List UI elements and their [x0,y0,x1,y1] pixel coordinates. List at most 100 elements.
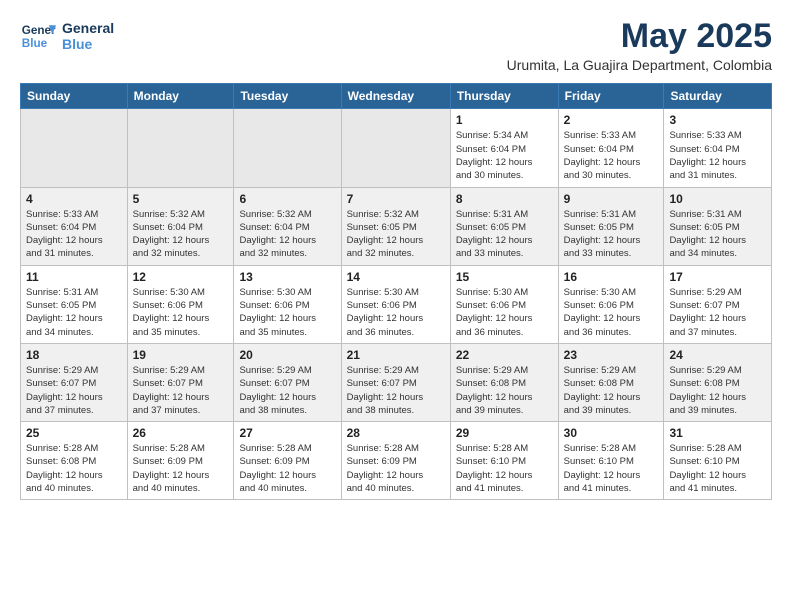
day-number: 16 [564,270,659,284]
logo-text: General Blue [62,20,114,52]
week-row-3: 11 Sunrise: 5:31 AMSunset: 6:05 PMDayligh… [21,265,772,343]
calendar-cell: 30Sunrise: 5:28 AMSunset: 6:10 PMDayligh… [558,422,664,500]
day-number: 3 [669,113,766,127]
day-info: Sunrise: 5:32 AMSunset: 6:04 PMDaylight:… [133,208,229,261]
calendar-cell: 29 Sunrise: 5:28 AMSunset: 6:10 PMDayligh… [450,422,558,500]
day-number: 4 [26,192,122,206]
calendar-cell: 11 Sunrise: 5:31 AMSunset: 6:05 PMDayligh… [21,265,128,343]
calendar-cell: 26 Sunrise: 5:28 AMSunset: 6:09 PMDayligh… [127,422,234,500]
calendar-cell [341,109,450,187]
col-header-wednesday: Wednesday [341,84,450,109]
calendar-cell: 19Sunrise: 5:29 AMSunset: 6:07 PMDayligh… [127,343,234,421]
calendar-cell: 4Sunrise: 5:33 AMSunset: 6:04 PMDaylight… [21,187,128,265]
calendar-cell: 27 Sunrise: 5:28 AMSunset: 6:09 PMDayligh… [234,422,341,500]
day-info: Sunrise: 5:29 AMSunset: 6:07 PMDaylight:… [26,364,122,417]
calendar-cell: 13Sunrise: 5:30 AMSunset: 6:06 PMDayligh… [234,265,341,343]
col-header-monday: Monday [127,84,234,109]
day-info: Sunrise: 5:29 AMSunset: 6:07 PMDaylight:… [239,364,335,417]
calendar-cell: 28Sunrise: 5:28 AMSunset: 6:09 PMDayligh… [341,422,450,500]
day-number: 13 [239,270,335,284]
day-info: Sunrise: 5:32 AMSunset: 6:04 PMDaylight:… [239,208,335,261]
calendar-cell: 3 Sunrise: 5:33 AMSunset: 6:04 PMDaylight… [664,109,772,187]
day-info: Sunrise: 5:29 AMSunset: 6:08 PMDaylight:… [669,364,766,417]
day-number: 15 [456,270,553,284]
day-number: 31 [669,426,766,440]
calendar-cell: 18 Sunrise: 5:29 AMSunset: 6:07 PMDayligh… [21,343,128,421]
day-info: Sunrise: 5:31 AMSunset: 6:05 PMDaylight:… [456,208,553,261]
day-info: Sunrise: 5:28 AMSunset: 6:09 PMDaylight:… [347,442,445,495]
title-area: May 2025 Urumita, La Guajira Department,… [507,18,772,73]
calendar-cell: 5 Sunrise: 5:32 AMSunset: 6:04 PMDaylight… [127,187,234,265]
page: General Blue General Blue May 2025 Urumi… [0,0,792,518]
day-info: Sunrise: 5:28 AMSunset: 6:10 PMDaylight:… [456,442,553,495]
day-number: 21 [347,348,445,362]
day-number: 7 [347,192,445,206]
day-info: Sunrise: 5:32 AMSunset: 6:05 PMDaylight:… [347,208,445,261]
calendar-cell: 7 Sunrise: 5:32 AMSunset: 6:05 PMDaylight… [341,187,450,265]
calendar-cell: 9Sunrise: 5:31 AMSunset: 6:05 PMDaylight… [558,187,664,265]
week-row-1: 1Sunrise: 5:34 AMSunset: 6:04 PMDaylight… [21,109,772,187]
calendar-cell: 2Sunrise: 5:33 AMSunset: 6:04 PMDaylight… [558,109,664,187]
day-info: Sunrise: 5:28 AMSunset: 6:10 PMDaylight:… [669,442,766,495]
logo-icon: General Blue [20,18,56,54]
day-info: Sunrise: 5:30 AMSunset: 6:06 PMDaylight:… [564,286,659,339]
week-row-4: 18 Sunrise: 5:29 AMSunset: 6:07 PMDayligh… [21,343,772,421]
week-row-2: 4Sunrise: 5:33 AMSunset: 6:04 PMDaylight… [21,187,772,265]
calendar-cell: 10 Sunrise: 5:31 AMSunset: 6:05 PMDayligh… [664,187,772,265]
day-number: 20 [239,348,335,362]
day-info: Sunrise: 5:31 AMSunset: 6:05 PMDaylight:… [26,286,122,339]
week-row-5: 25 Sunrise: 5:28 AMSunset: 6:08 PMDayligh… [21,422,772,500]
calendar-cell [234,109,341,187]
day-number: 26 [133,426,229,440]
day-info: Sunrise: 5:34 AMSunset: 6:04 PMDaylight:… [456,129,553,182]
day-number: 11 [26,270,122,284]
day-number: 6 [239,192,335,206]
day-info: Sunrise: 5:28 AMSunset: 6:08 PMDaylight:… [26,442,122,495]
calendar-cell: 24 Sunrise: 5:29 AMSunset: 6:08 PMDayligh… [664,343,772,421]
day-number: 24 [669,348,766,362]
calendar-cell: 22Sunrise: 5:29 AMSunset: 6:08 PMDayligh… [450,343,558,421]
calendar-cell: 21 Sunrise: 5:29 AMSunset: 6:07 PMDayligh… [341,343,450,421]
calendar-cell: 23Sunrise: 5:29 AMSunset: 6:08 PMDayligh… [558,343,664,421]
day-number: 14 [347,270,445,284]
day-info: Sunrise: 5:31 AMSunset: 6:05 PMDaylight:… [564,208,659,261]
calendar-cell: 6 Sunrise: 5:32 AMSunset: 6:04 PMDaylight… [234,187,341,265]
day-number: 27 [239,426,335,440]
calendar-cell: 12 Sunrise: 5:30 AMSunset: 6:06 PMDayligh… [127,265,234,343]
col-header-sunday: Sunday [21,84,128,109]
day-number: 17 [669,270,766,284]
day-number: 18 [26,348,122,362]
day-info: Sunrise: 5:28 AMSunset: 6:10 PMDaylight:… [564,442,659,495]
calendar-cell: 8 Sunrise: 5:31 AMSunset: 6:05 PMDaylight… [450,187,558,265]
calendar-cell: 20 Sunrise: 5:29 AMSunset: 6:07 PMDayligh… [234,343,341,421]
day-info: Sunrise: 5:28 AMSunset: 6:09 PMDaylight:… [133,442,229,495]
calendar-cell: 15 Sunrise: 5:30 AMSunset: 6:06 PMDayligh… [450,265,558,343]
col-header-friday: Friday [558,84,664,109]
day-number: 8 [456,192,553,206]
day-info: Sunrise: 5:30 AMSunset: 6:06 PMDaylight:… [133,286,229,339]
header: General Blue General Blue May 2025 Urumi… [20,18,772,73]
day-number: 25 [26,426,122,440]
day-number: 10 [669,192,766,206]
calendar-cell: 17 Sunrise: 5:29 AMSunset: 6:07 PMDayligh… [664,265,772,343]
day-info: Sunrise: 5:30 AMSunset: 6:06 PMDaylight:… [456,286,553,339]
col-header-thursday: Thursday [450,84,558,109]
day-info: Sunrise: 5:29 AMSunset: 6:07 PMDaylight:… [347,364,445,417]
calendar-cell [21,109,128,187]
day-info: Sunrise: 5:33 AMSunset: 6:04 PMDaylight:… [669,129,766,182]
calendar-cell: 25 Sunrise: 5:28 AMSunset: 6:08 PMDayligh… [21,422,128,500]
day-info: Sunrise: 5:31 AMSunset: 6:05 PMDaylight:… [669,208,766,261]
calendar-cell: 31 Sunrise: 5:28 AMSunset: 6:10 PMDayligh… [664,422,772,500]
day-number: 5 [133,192,229,206]
day-number: 12 [133,270,229,284]
day-info: Sunrise: 5:29 AMSunset: 6:08 PMDaylight:… [456,364,553,417]
subtitle: Urumita, La Guajira Department, Colombia [507,57,772,73]
calendar-cell: 1Sunrise: 5:34 AMSunset: 6:04 PMDaylight… [450,109,558,187]
calendar-cell [127,109,234,187]
day-info: Sunrise: 5:29 AMSunset: 6:07 PMDaylight:… [669,286,766,339]
logo: General Blue General Blue [20,18,114,54]
day-number: 29 [456,426,553,440]
calendar-cell: 14Sunrise: 5:30 AMSunset: 6:06 PMDayligh… [341,265,450,343]
day-info: Sunrise: 5:28 AMSunset: 6:09 PMDaylight:… [239,442,335,495]
day-info: Sunrise: 5:29 AMSunset: 6:07 PMDaylight:… [133,364,229,417]
